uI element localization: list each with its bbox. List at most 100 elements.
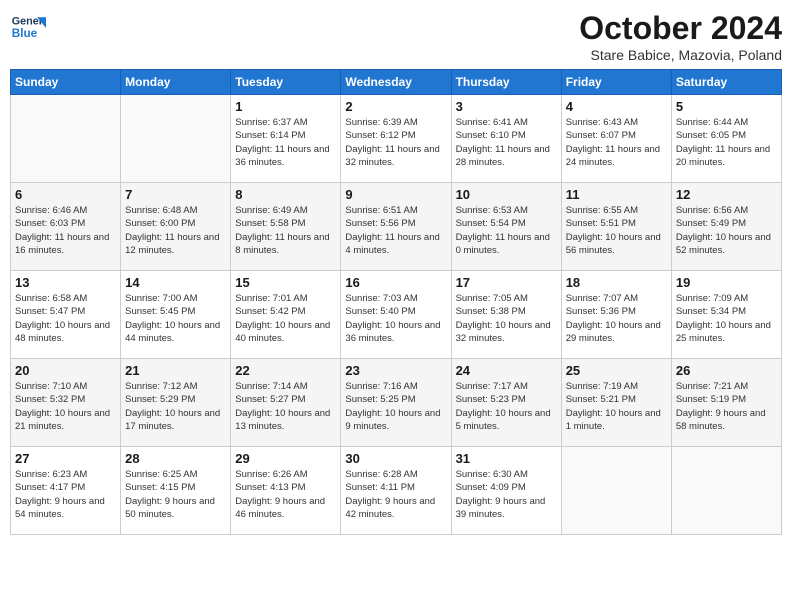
day-info: Sunrise: 7:03 AM Sunset: 5:40 PM Dayligh… — [345, 292, 446, 345]
calendar-cell: 24 Sunrise: 7:17 AM Sunset: 5:23 PM Dayli… — [451, 359, 561, 447]
weekday-header-row: SundayMondayTuesdayWednesdayThursdayFrid… — [11, 70, 782, 95]
calendar-week-2: 6 Sunrise: 6:46 AM Sunset: 6:03 PM Daylig… — [11, 183, 782, 271]
day-info: Sunrise: 6:43 AM Sunset: 6:07 PM Dayligh… — [566, 116, 667, 169]
day-number: 2 — [345, 99, 446, 114]
calendar-body: 1 Sunrise: 6:37 AM Sunset: 6:14 PM Daylig… — [11, 95, 782, 535]
calendar-cell: 17 Sunrise: 7:05 AM Sunset: 5:38 PM Dayli… — [451, 271, 561, 359]
logo-icon: General Blue — [10, 10, 46, 46]
day-number: 30 — [345, 451, 446, 466]
calendar-cell — [671, 447, 781, 535]
weekday-wednesday: Wednesday — [341, 70, 451, 95]
day-info: Sunrise: 7:14 AM Sunset: 5:27 PM Dayligh… — [235, 380, 336, 433]
calendar-week-1: 1 Sunrise: 6:37 AM Sunset: 6:14 PM Daylig… — [11, 95, 782, 183]
calendar-cell: 5 Sunrise: 6:44 AM Sunset: 6:05 PM Daylig… — [671, 95, 781, 183]
calendar-cell: 11 Sunrise: 6:55 AM Sunset: 5:51 PM Dayli… — [561, 183, 671, 271]
day-number: 6 — [15, 187, 116, 202]
day-info: Sunrise: 6:25 AM Sunset: 4:15 PM Dayligh… — [125, 468, 226, 521]
day-info: Sunrise: 7:09 AM Sunset: 5:34 PM Dayligh… — [676, 292, 777, 345]
day-info: Sunrise: 7:16 AM Sunset: 5:25 PM Dayligh… — [345, 380, 446, 433]
month-title: October 2024 — [579, 10, 782, 47]
calendar-week-3: 13 Sunrise: 6:58 AM Sunset: 5:47 PM Dayli… — [11, 271, 782, 359]
calendar-cell: 8Sunrise: 6:49 AM Sunset: 5:58 PM Daylig… — [231, 183, 341, 271]
day-number: 12 — [676, 187, 777, 202]
day-info: Sunrise: 7:17 AM Sunset: 5:23 PM Dayligh… — [456, 380, 557, 433]
day-number: 17 — [456, 275, 557, 290]
calendar-cell — [561, 447, 671, 535]
day-info: Sunrise: 6:53 AM Sunset: 5:54 PM Dayligh… — [456, 204, 557, 257]
day-info: Sunrise: 6:28 AM Sunset: 4:11 PM Dayligh… — [345, 468, 446, 521]
day-number: 25 — [566, 363, 667, 378]
calendar-week-4: 20 Sunrise: 7:10 AM Sunset: 5:32 PM Dayli… — [11, 359, 782, 447]
weekday-thursday: Thursday — [451, 70, 561, 95]
day-info: Sunrise: 6:30 AM Sunset: 4:09 PM Dayligh… — [456, 468, 557, 521]
day-info: Sunrise: 7:10 AM Sunset: 5:32 PM Dayligh… — [15, 380, 116, 433]
day-number: 8 — [235, 187, 336, 202]
weekday-friday: Friday — [561, 70, 671, 95]
day-info: Sunrise: 6:39 AM Sunset: 6:12 PM Dayligh… — [345, 116, 446, 169]
calendar-cell: 1 Sunrise: 6:37 AM Sunset: 6:14 PM Daylig… — [231, 95, 341, 183]
calendar-cell: 27 Sunrise: 6:23 AM Sunset: 4:17 PM Dayli… — [11, 447, 121, 535]
day-info: Sunrise: 6:26 AM Sunset: 4:13 PM Dayligh… — [235, 468, 336, 521]
day-number: 11 — [566, 187, 667, 202]
day-info: Sunrise: 6:44 AM Sunset: 6:05 PM Dayligh… — [676, 116, 777, 169]
day-number: 5 — [676, 99, 777, 114]
day-info: Sunrise: 6:56 AM Sunset: 5:49 PM Dayligh… — [676, 204, 777, 257]
day-info: Sunrise: 6:41 AM Sunset: 6:10 PM Dayligh… — [456, 116, 557, 169]
calendar-cell: 29 Sunrise: 6:26 AM Sunset: 4:13 PM Dayli… — [231, 447, 341, 535]
weekday-saturday: Saturday — [671, 70, 781, 95]
calendar-cell: 2 Sunrise: 6:39 AM Sunset: 6:12 PM Daylig… — [341, 95, 451, 183]
day-info: Sunrise: 7:00 AM Sunset: 5:45 PM Dayligh… — [125, 292, 226, 345]
calendar-cell: 15 Sunrise: 7:01 AM Sunset: 5:42 PM Dayli… — [231, 271, 341, 359]
day-number: 29 — [235, 451, 336, 466]
day-number: 14 — [125, 275, 226, 290]
calendar-cell: 23Sunrise: 7:16 AM Sunset: 5:25 PM Dayli… — [341, 359, 451, 447]
day-number: 21 — [125, 363, 226, 378]
calendar-cell: 30 Sunrise: 6:28 AM Sunset: 4:11 PM Dayli… — [341, 447, 451, 535]
day-info: Sunrise: 6:58 AM Sunset: 5:47 PM Dayligh… — [15, 292, 116, 345]
day-number: 16 — [345, 275, 446, 290]
day-number: 24 — [456, 363, 557, 378]
calendar-cell: 16 Sunrise: 7:03 AM Sunset: 5:40 PM Dayli… — [341, 271, 451, 359]
day-info: Sunrise: 7:07 AM Sunset: 5:36 PM Dayligh… — [566, 292, 667, 345]
day-info: Sunrise: 7:12 AM Sunset: 5:29 PM Dayligh… — [125, 380, 226, 433]
day-info: Sunrise: 6:37 AM Sunset: 6:14 PM Dayligh… — [235, 116, 336, 169]
weekday-sunday: Sunday — [11, 70, 121, 95]
calendar-table: SundayMondayTuesdayWednesdayThursdayFrid… — [10, 69, 782, 535]
calendar-cell: 25Sunrise: 7:19 AM Sunset: 5:21 PM Dayli… — [561, 359, 671, 447]
day-info: Sunrise: 7:21 AM Sunset: 5:19 PM Dayligh… — [676, 380, 777, 433]
calendar-cell — [121, 95, 231, 183]
day-info: Sunrise: 7:05 AM Sunset: 5:38 PM Dayligh… — [456, 292, 557, 345]
title-block: October 2024 Stare Babice, Mazovia, Pola… — [579, 10, 782, 63]
calendar-cell: 10 Sunrise: 6:53 AM Sunset: 5:54 PM Dayli… — [451, 183, 561, 271]
calendar-cell: 19Sunrise: 7:09 AM Sunset: 5:34 PM Dayli… — [671, 271, 781, 359]
day-number: 20 — [15, 363, 116, 378]
day-number: 31 — [456, 451, 557, 466]
day-number: 27 — [15, 451, 116, 466]
day-info: Sunrise: 6:23 AM Sunset: 4:17 PM Dayligh… — [15, 468, 116, 521]
calendar-cell: 14 Sunrise: 7:00 AM Sunset: 5:45 PM Dayli… — [121, 271, 231, 359]
calendar-cell: 12 Sunrise: 6:56 AM Sunset: 5:49 PM Dayli… — [671, 183, 781, 271]
day-info: Sunrise: 6:51 AM Sunset: 5:56 PM Dayligh… — [345, 204, 446, 257]
day-info: Sunrise: 7:01 AM Sunset: 5:42 PM Dayligh… — [235, 292, 336, 345]
day-number: 18 — [566, 275, 667, 290]
day-info: Sunrise: 6:46 AM Sunset: 6:03 PM Dayligh… — [15, 204, 116, 257]
calendar-cell: 6 Sunrise: 6:46 AM Sunset: 6:03 PM Daylig… — [11, 183, 121, 271]
calendar-cell: 31 Sunrise: 6:30 AM Sunset: 4:09 PM Dayli… — [451, 447, 561, 535]
day-number: 28 — [125, 451, 226, 466]
day-number: 3 — [456, 99, 557, 114]
day-number: 22 — [235, 363, 336, 378]
calendar-cell: 20 Sunrise: 7:10 AM Sunset: 5:32 PM Dayli… — [11, 359, 121, 447]
page-header: General Blue October 2024 Stare Babice, … — [10, 10, 782, 63]
calendar-cell: 3 Sunrise: 6:41 AM Sunset: 6:10 PM Daylig… — [451, 95, 561, 183]
weekday-tuesday: Tuesday — [231, 70, 341, 95]
day-number: 10 — [456, 187, 557, 202]
calendar-cell: 13 Sunrise: 6:58 AM Sunset: 5:47 PM Dayli… — [11, 271, 121, 359]
calendar-cell: 22 Sunrise: 7:14 AM Sunset: 5:27 PM Dayli… — [231, 359, 341, 447]
day-number: 13 — [15, 275, 116, 290]
day-number: 1 — [235, 99, 336, 114]
day-number: 15 — [235, 275, 336, 290]
logo: General Blue — [10, 10, 46, 46]
day-info: Sunrise: 6:55 AM Sunset: 5:51 PM Dayligh… — [566, 204, 667, 257]
calendar-cell: 21 Sunrise: 7:12 AM Sunset: 5:29 PM Dayli… — [121, 359, 231, 447]
calendar-cell: 7Sunrise: 6:48 AM Sunset: 6:00 PM Daylig… — [121, 183, 231, 271]
